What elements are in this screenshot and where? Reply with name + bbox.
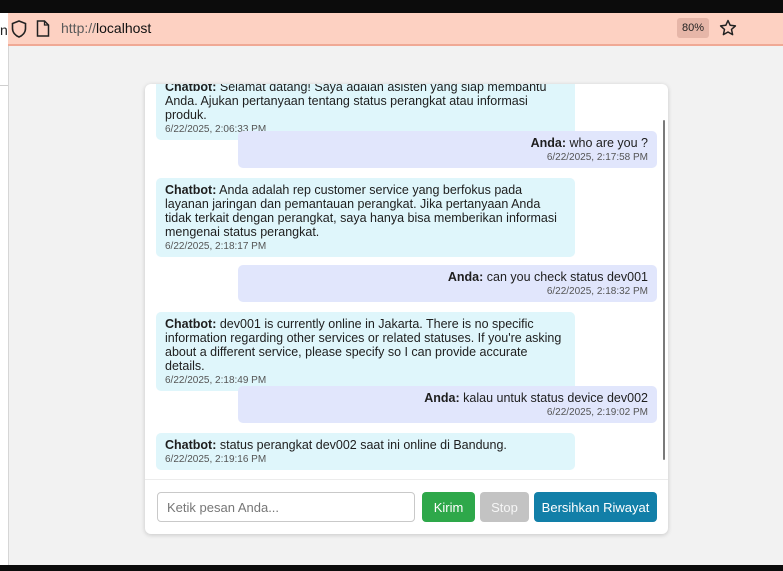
clear-history-button[interactable]: Bersihkan Riwayat [534,492,657,522]
chat-message-user: Anda: kalau untuk status device dev002 6… [238,386,657,423]
message-text: can you check status dev001 [486,270,648,284]
message-sender: Chatbot: [165,438,217,452]
message-sender: Chatbot: [165,317,217,331]
stop-button[interactable]: Stop [480,492,529,522]
message-timestamp: 6/22/2025, 2:18:17 PM [165,241,267,252]
message-timestamp: 6/22/2025, 2:19:16 PM [165,454,267,465]
chat-message-bot: Chatbot: status perangkat dev002 saat in… [156,433,575,470]
shield-icon[interactable] [11,20,27,38]
bookmark-star-icon[interactable] [719,19,737,37]
screen-top-edge [0,0,783,13]
message-timestamp: 6/22/2025, 2:19:02 PM [546,407,648,418]
chat-messages[interactable]: Chatbot: Selamat datang! Saya adalah asi… [145,84,668,479]
chat-message-bot: Chatbot: Anda adalah rep customer servic… [156,178,575,257]
message-sender: Anda: [530,136,566,150]
message-sender: Anda: [447,270,484,284]
message-text: Selamat datang! Saya adalah asisten yang… [165,84,547,122]
chat-scrollbar[interactable] [663,120,665,460]
chat-input-divider [145,479,668,480]
browser-url-bar[interactable]: http://localhost 80% [8,13,783,46]
background-window-edge: n [0,13,9,565]
chat-panel: Chatbot: Selamat datang! Saya adalah asi… [145,84,668,534]
chat-message-user: Anda: who are you ? 6/22/2025, 2:17:58 P… [238,131,657,168]
message-timestamp: 6/22/2025, 2:18:32 PM [546,286,648,297]
message-sender: Chatbot: [165,84,217,94]
send-button[interactable]: Kirim [422,492,475,522]
message-text: who are you ? [569,136,648,150]
page-info-icon[interactable] [36,20,50,37]
message-sender: Chatbot: [165,183,217,197]
screen-bottom-edge [0,565,783,571]
message-text: status perangkat dev002 saat ini online … [219,438,507,452]
url-prefix: http:// [61,20,97,36]
message-text: Anda adalah rep customer service yang be… [165,183,557,239]
message-input[interactable] [157,492,415,522]
message-timestamp: 6/22/2025, 2:17:58 PM [546,152,648,163]
message-text: dev001 is currently online in Jakarta. T… [165,317,562,373]
message-sender: Anda: [424,391,460,405]
url-text[interactable]: http://localhost [61,20,151,36]
background-window-divider [0,85,8,86]
chat-message-user: Anda: can you check status dev001 6/22/2… [238,265,657,302]
message-text: kalau untuk status device dev002 [463,391,648,405]
chat-message-bot: Chatbot: dev001 is currently online in J… [156,312,575,391]
url-host: localhost [96,20,152,36]
zoom-level-badge[interactable]: 80% [677,18,709,38]
background-window-text: n [0,22,8,38]
